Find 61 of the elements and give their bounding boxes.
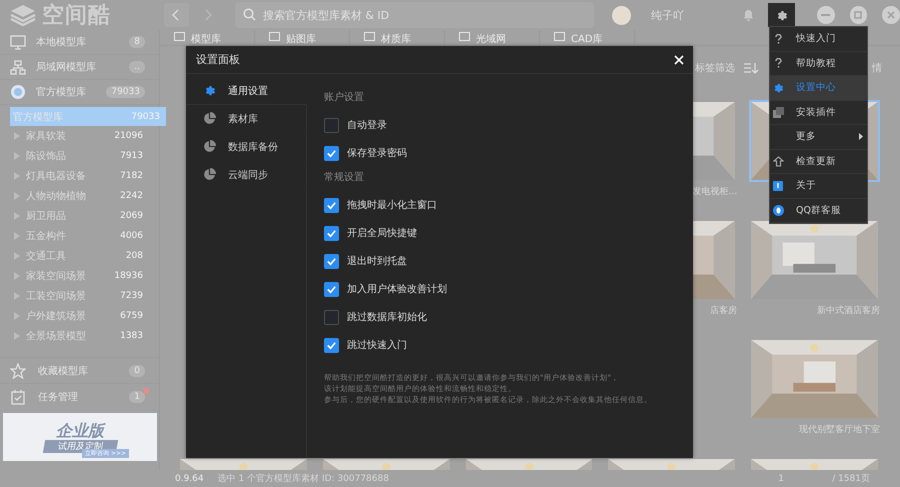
menu-item[interactable]: 安装插件 (770, 100, 867, 125)
tree-item[interactable]: 陈设饰品 7913 (0, 146, 159, 166)
section-heading: 账户设置 (324, 90, 365, 105)
item-count: 21096 (114, 131, 143, 141)
library-tab[interactable]: 贴图库 (255, 30, 350, 45)
tree-item[interactable]: 工装空间场景 7239 (0, 286, 159, 306)
dialog-title: 设置面板 (196, 52, 240, 67)
item-count: 6759 (120, 311, 143, 321)
tree-item[interactable]: 人物动物植物 2242 (0, 186, 159, 206)
settings-nav-item[interactable]: 素材库 (186, 105, 307, 133)
search-field[interactable]: 搜索官方模型库素材 & ID (234, 2, 594, 28)
menu-item[interactable]: 关于 (770, 174, 867, 198)
tree-item[interactable]: 户外建筑场景 6759 (0, 306, 159, 326)
section-heading: 常规设置 (324, 170, 365, 185)
menu-item[interactable]: 快速入门 (770, 27, 867, 52)
item-count: 2242 (120, 191, 143, 201)
username[interactable]: 纯子吖 (650, 8, 730, 22)
option-label: 开启全局快捷键 (347, 226, 417, 240)
library-tab[interactable]: 模型库 (160, 30, 255, 45)
details-link[interactable]: 情 (872, 61, 882, 75)
model-name: 现代别墅客厅地下室 (799, 424, 880, 436)
settings-nav-item[interactable]: 云端同步 (186, 161, 307, 189)
option-label: 跳过数据库初始化 (347, 310, 427, 324)
menu-item[interactable]: 设置中心 (770, 76, 867, 100)
library-tab[interactable]: 光域网 (445, 30, 540, 45)
tree-item[interactable]: 官方模型库 79033 (10, 107, 166, 126)
count-badge: .. (129, 61, 145, 73)
option-label: 自动登录 (347, 119, 387, 132)
settings-nav-item[interactable]: 数据库备份 (186, 133, 307, 161)
version-label: 0.9.64 (175, 474, 204, 484)
banner-title: 企业版 (56, 422, 104, 440)
menu-item[interactable]: 检查更新 (770, 150, 867, 174)
item-count: 18936 (114, 271, 143, 281)
tree-item[interactable]: 厨卫用品 2069 (0, 206, 159, 226)
tree-item[interactable]: 家装空间场景 18936 (0, 266, 159, 286)
tag-filter-link[interactable]: 标签筛选 (695, 61, 735, 75)
option-label: 拖拽时最小化主窗口 (347, 198, 437, 212)
item-count: 2069 (120, 211, 143, 221)
item-count: 7182 (120, 171, 143, 181)
tree-item[interactable]: 全景场景模型 1383 (0, 326, 159, 346)
menu-item[interactable]: QQ群客服 (770, 198, 867, 223)
menu-item[interactable]: 更多 (770, 125, 867, 150)
library-item[interactable]: 局域网模型库 .. (0, 55, 159, 80)
item-count: 208 (126, 251, 143, 261)
item-count: 7239 (120, 291, 143, 301)
library-tab[interactable]: CAD库 (540, 30, 635, 45)
library-tab[interactable]: 材质库 (350, 30, 445, 45)
option-label: 跳过快速入门 (347, 338, 407, 352)
item-count: 7913 (120, 151, 143, 161)
item-count: 4006 (120, 231, 143, 241)
item-count: 79033 (131, 112, 160, 122)
tree-item[interactable]: 家具软装 21096 (0, 126, 159, 146)
option-label: 保存登录密码 (347, 146, 407, 160)
tree-item[interactable]: 灯具电器设备 7182 (0, 166, 159, 186)
settings-nav-item[interactable]: 通用设置 (186, 77, 307, 105)
item-count: 1383 (120, 331, 143, 341)
option-label: 加入用户体验改善计划 (347, 282, 447, 296)
tree-item[interactable]: 五金构件 4006 (0, 226, 159, 246)
model-name: 发电视柜... (692, 186, 738, 198)
tree-item[interactable]: 交通工具 208 (0, 246, 159, 266)
option-label: 退出时到托盘 (347, 254, 407, 268)
